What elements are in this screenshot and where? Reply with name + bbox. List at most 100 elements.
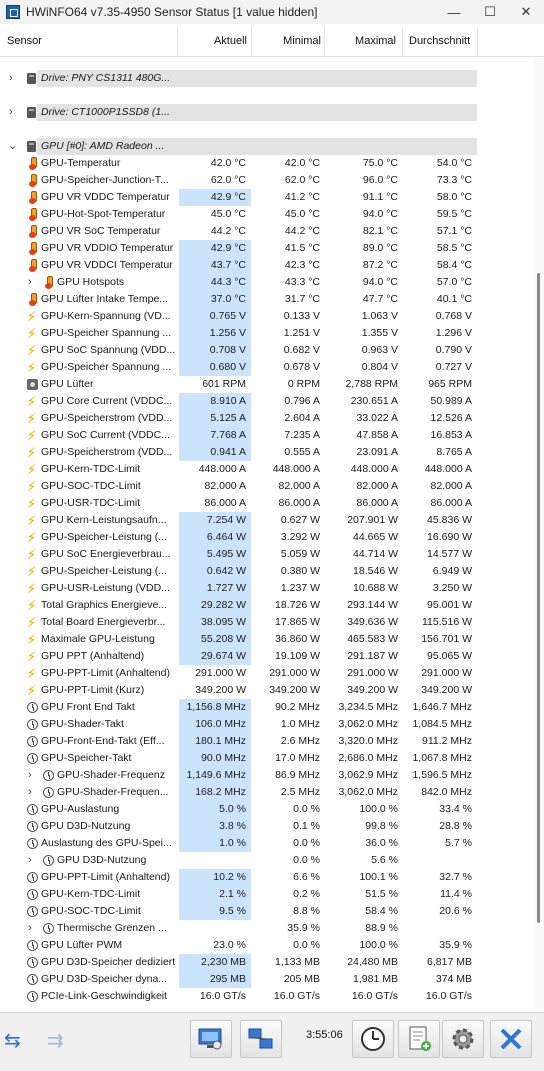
- sensor-row[interactable]: ⚡ Total Board Energieverbr... 38.095 W 17.8…: [0, 614, 530, 631]
- sensor-row[interactable]: GPU-Auslastung 5.0 % 0.0 % 100.0 % 33.4 %: [0, 801, 530, 818]
- sensor-row[interactable]: Auslastung des GPU-Spei... 1.0 % 0.0 % 36.0…: [0, 835, 530, 852]
- group-gpu[interactable]: ⌄ GPU [#0]: AMD Radeon ...: [0, 138, 530, 155]
- sensor-row[interactable]: › Thermische Grenzen ... 35.9 % 88.9 %: [0, 920, 530, 937]
- sensor-row[interactable]: ⚡ GPU SoC Spannung (VDD... 0.708 V 0.682 V 0…: [0, 342, 530, 359]
- sensor-row[interactable]: ⚡ GPU SoC Current (VDDC... 7.768 A 7.235 A 4…: [0, 427, 530, 444]
- sensor-row[interactable]: › GPU-Shader-Frequenz 1,149.6 MHz 86.9 MHz 3…: [0, 767, 530, 784]
- clock-reset-button[interactable]: [352, 1020, 394, 1058]
- header-current[interactable]: Aktuell: [179, 27, 247, 57]
- lightning-icon: ⚡: [27, 428, 37, 443]
- nav-forward-icon[interactable]: ⇉: [47, 1031, 64, 1051]
- sensor-row[interactable]: GPU D3D-Speicher dyna... 295 MB 205 MB 1,98…: [0, 971, 530, 988]
- column-header: Sensor Aktuell Minimal Maximal Durchschn…: [0, 27, 544, 57]
- sensor-row[interactable]: ⚡ GPU-Speicher-Leistung (... 6.464 W 3.292 …: [0, 529, 530, 546]
- sensor-row[interactable]: GPU D3D-Speicher dediziert 2,230 MB 1,133 …: [0, 954, 530, 971]
- chevron-right-icon[interactable]: ›: [28, 852, 32, 869]
- value-maximum: 100.0 %: [359, 803, 398, 815]
- sensor-row[interactable]: ⚡ GPU-Speicher Spannung ... 1.256 V 1.251 V…: [0, 325, 530, 342]
- sensor-row[interactable]: GPU VR VDDCI Temperatur 43.7 °C 42.3 °C 87.…: [0, 257, 530, 274]
- chevron-right-icon[interactable]: ›: [9, 70, 13, 87]
- sensor-name: GPU Kern-Leistungsaufn...: [41, 514, 167, 526]
- minimize-button[interactable]: —: [436, 0, 472, 24]
- sensor-row[interactable]: ⚡ Maximale GPU-Leistung 55.208 W 36.860 W 46…: [0, 631, 530, 648]
- sensor-row[interactable]: GPU Lüfter Intake Tempe... 37.0 °C 31.7 °C…: [0, 291, 530, 308]
- network-view-button[interactable]: [240, 1020, 282, 1058]
- sensor-row[interactable]: ⚡ GPU-USR-Leistung (VDD... 1.727 W 1.237 W 1…: [0, 580, 530, 597]
- sensor-row[interactable]: ⚡ GPU-Speicher-Leistung (... 0.642 W 0.380 …: [0, 563, 530, 580]
- value-maximum: 3,062.0 MHz: [338, 786, 398, 798]
- sensor-row[interactable]: GPU Lüfter 601 RPM 0 RPM 2,788 RPM 965 RPM: [0, 376, 530, 393]
- sensor-row[interactable]: ⚡ GPU-Kern-Spannung (VD... 0.765 V 0.133 V 1…: [0, 308, 530, 325]
- lightning-icon: ⚡: [27, 479, 37, 494]
- sensor-row[interactable]: ⚡ GPU-Speicher Spannung ... 0.680 V 0.678 V…: [0, 359, 530, 376]
- thermometer-icon: [27, 225, 39, 238]
- group-drive-crucial[interactable]: › Drive: CT1000P1SSD8 (1...: [0, 104, 530, 121]
- sensor-row[interactable]: PCIe-Link-Geschwindigkeit 16.0 GT/s 16.0 G…: [0, 988, 530, 1005]
- sensor-row[interactable]: GPU-Front-End-Takt (Eff... 180.1 MHz 2.6 M…: [0, 733, 530, 750]
- lightning-icon: ⚡: [27, 632, 37, 647]
- header-maximum[interactable]: Maximal: [325, 27, 396, 57]
- sensor-row[interactable]: GPU D3D-Nutzung 3.8 % 0.1 % 99.8 % 28.8 %: [0, 818, 530, 835]
- sensor-row[interactable]: ⚡ GPU-Speicherstrom (VDD... 0.941 A 0.555 A…: [0, 444, 530, 461]
- sensor-row[interactable]: ⚡ Total Graphics Energieve... 29.282 W 18.7…: [0, 597, 530, 614]
- sensor-row[interactable]: GPU-Hot-Spot-Temperatur 45.0 °C 45.0 °C 94.…: [0, 206, 530, 223]
- sensor-row[interactable]: ⚡ GPU Core Current (VDDC... 8.910 A 0.796 A…: [0, 393, 530, 410]
- logging-button[interactable]: [398, 1020, 440, 1058]
- vertical-scrollbar[interactable]: [533, 58, 544, 1008]
- gauge-icon: [27, 906, 38, 917]
- value-maximum: 5.6 %: [371, 854, 398, 866]
- sensor-row[interactable]: ⚡ GPU-USR-TDC-Limit 86.000 A 86.000 A 86.000…: [0, 495, 530, 512]
- chevron-right-icon[interactable]: ›: [9, 104, 13, 121]
- value-minimum: 62.0 °C: [284, 174, 320, 186]
- sensor-row[interactable]: › GPU Hotspots 44.3 °C 43.3 °C 94.0 °C 57.0 °…: [0, 274, 530, 291]
- sensor-row[interactable]: GPU-PPT-Limit (Anhaltend) 10.2 % 6.6 % 100.…: [0, 869, 530, 886]
- value-current: 8.910 A: [179, 393, 251, 410]
- thermometer-icon: [27, 191, 39, 204]
- sensor-row[interactable]: ⚡ GPU-Speicherstrom (VDD... 5.125 A 2.604 A…: [0, 410, 530, 427]
- sensor-row[interactable]: GPU VR SoC Temperatur 44.2 °C 44.2 °C 82.1 …: [0, 223, 530, 240]
- chevron-right-icon[interactable]: ›: [28, 274, 32, 291]
- settings-button[interactable]: [442, 1020, 484, 1058]
- sensor-row[interactable]: GPU-Kern-TDC-Limit 2.1 % 0.2 % 51.5 % 11.4 %: [0, 886, 530, 903]
- chevron-right-icon[interactable]: ›: [28, 767, 32, 784]
- nav-left-right-icon[interactable]: ⇆: [4, 1031, 21, 1051]
- sensor-row[interactable]: GPU VR VDDC Temperatur 42.9 °C 41.2 °C 91.1…: [0, 189, 530, 206]
- sensor-row[interactable]: GPU-Speicher-Junction-T... 62.0 °C 62.0 °C…: [0, 172, 530, 189]
- header-average[interactable]: Durchschnitt: [409, 27, 477, 57]
- value-minimum: 0.796 A: [284, 395, 320, 407]
- close-sensors-button[interactable]: [490, 1020, 532, 1058]
- header-minimum[interactable]: Minimal: [252, 27, 321, 57]
- sensor-row[interactable]: ⚡ GPU PPT (Anhaltend) 29.674 W 19.109 W 291.…: [0, 648, 530, 665]
- header-sensor[interactable]: Sensor: [7, 27, 42, 57]
- sensor-row[interactable]: ⚡ GPU Kern-Leistungsaufn... 7.254 W 0.627 W…: [0, 512, 530, 529]
- maximize-button[interactable]: ☐: [472, 0, 508, 24]
- sensor-row[interactable]: ⚡ GPU-PPT-Limit (Anhaltend) 291.000 W 291.0…: [0, 665, 530, 682]
- close-window-button[interactable]: ✕: [508, 0, 544, 24]
- sensor-row[interactable]: ⚡ GPU-PPT-Limit (Kurz) 349.200 W 349.200 W 3…: [0, 682, 530, 699]
- sensor-row[interactable]: › GPU-Shader-Frequen... 168.2 MHz 2.5 MHz 3,…: [0, 784, 530, 801]
- sensor-row[interactable]: ⚡ GPU-Kern-TDC-Limit 448.000 A 448.000 A 448…: [0, 461, 530, 478]
- sensor-row[interactable]: GPU VR VDDIO Temperatur 42.9 °C 41.5 °C 89.…: [0, 240, 530, 257]
- sensor-row[interactable]: GPU-SOC-TDC-Limit 9.5 % 8.8 % 58.4 % 20.6 %: [0, 903, 530, 920]
- sensor-row[interactable]: ⚡ GPU SoC Energieverbrau... 5.495 W 5.059 W…: [0, 546, 530, 563]
- sensor-row[interactable]: ⚡ GPU-SOC-TDC-Limit 82.000 A 82.000 A 82.000…: [0, 478, 530, 495]
- sensors-view-button[interactable]: [190, 1020, 232, 1058]
- sensor-name: GPU-Kern-Spannung (VD...: [41, 310, 171, 322]
- sensor-row[interactable]: GPU-Speicher-Takt 90.0 MHz 17.0 MHz 2,686.0…: [0, 750, 530, 767]
- sensor-row[interactable]: GPU-Temperatur 42.0 °C 42.0 °C 75.0 °C 54.0 …: [0, 155, 530, 172]
- sensor-name: Total Graphics Energieve...: [41, 599, 168, 611]
- value-minimum: 42.0 °C: [284, 157, 320, 169]
- scrollbar-thumb[interactable]: [537, 273, 540, 923]
- chevron-down-icon[interactable]: ⌄: [8, 138, 17, 155]
- sensor-row[interactable]: GPU-Shader-Takt 106.0 MHz 1.0 MHz 3,062.0 M…: [0, 716, 530, 733]
- value-maximum: 1,981 MB: [353, 973, 398, 985]
- chevron-right-icon[interactable]: ›: [28, 784, 32, 801]
- chevron-right-icon[interactable]: ›: [28, 920, 32, 937]
- sensor-name: GPU D3D-Nutzung: [41, 820, 131, 832]
- sensor-row[interactable]: GPU Lüfter PWM 23.0 % 0.0 % 100.0 % 35.9 %: [0, 937, 530, 954]
- group-drive-pny[interactable]: › Drive: PNY CS1311 480G...: [0, 70, 530, 87]
- sensor-list[interactable]: › Drive: PNY CS1311 480G... › Drive: CT1…: [0, 58, 530, 1008]
- sensor-row[interactable]: GPU Front End Takt 1,156.8 MHz 90.2 MHz 3,2…: [0, 699, 530, 716]
- sensor-row[interactable]: › GPU D3D-Nutzung 0.0 % 5.6 %: [0, 852, 530, 869]
- sensor-name: GPU VR VDDCI Temperatur: [41, 259, 173, 271]
